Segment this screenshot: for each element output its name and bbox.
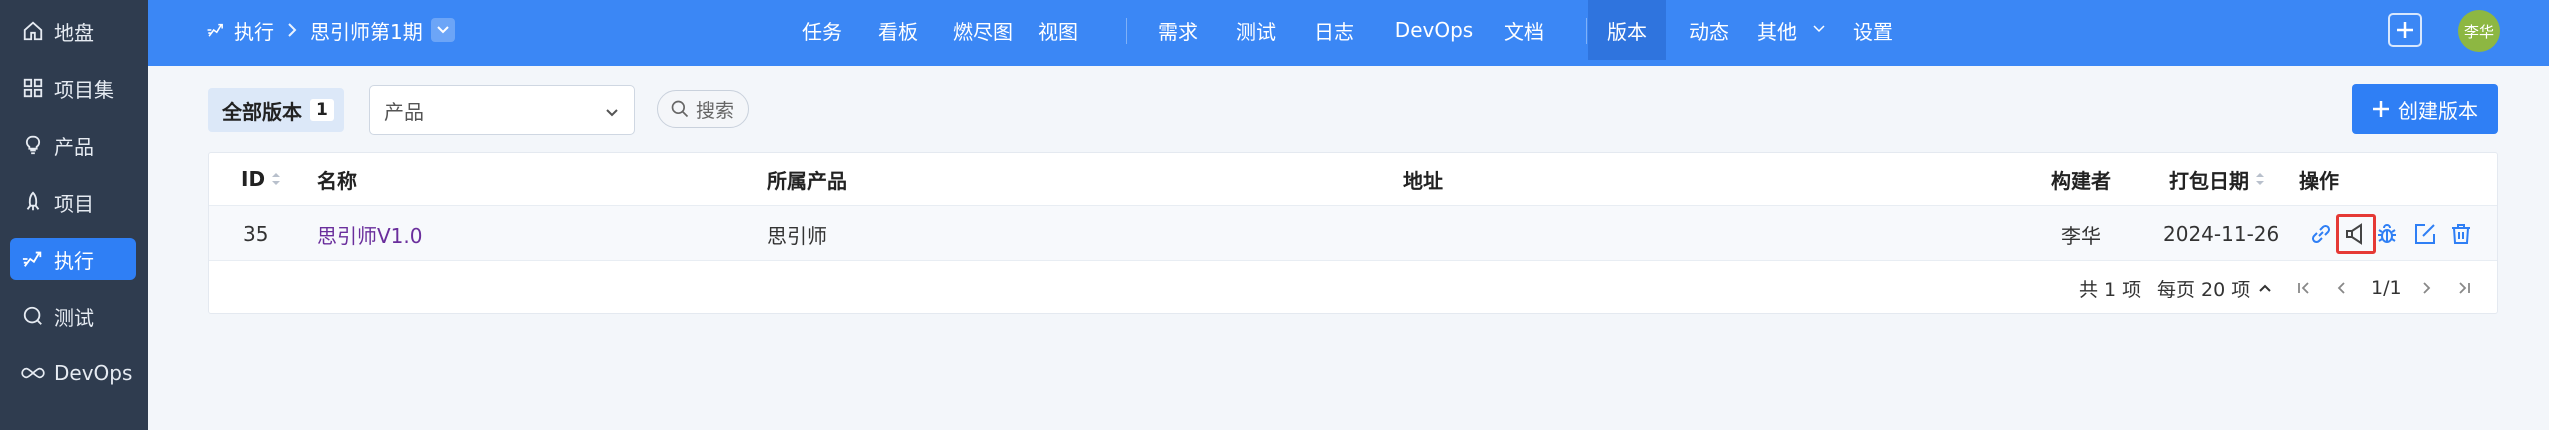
sidebar-item-program[interactable]: 项目集 bbox=[10, 67, 136, 109]
nav-tab-test[interactable]: 测试 bbox=[1226, 0, 1286, 60]
nav-divider bbox=[1586, 18, 1587, 44]
cell-date: 2024-11-26 bbox=[2163, 222, 2280, 246]
search-icon bbox=[670, 99, 690, 119]
nav-tab-other[interactable]: 其他 bbox=[1752, 0, 1802, 60]
first-page-icon[interactable] bbox=[2295, 279, 2313, 297]
column-header-id[interactable]: ID bbox=[241, 153, 281, 205]
count-badge: 1 bbox=[310, 99, 334, 121]
next-page-icon[interactable] bbox=[2417, 279, 2435, 297]
sidebar-item-label: 地盘 bbox=[54, 20, 94, 45]
sidebar: 地盘 项目集 产品 项目 执行 测试 DevOps bbox=[0, 0, 148, 430]
column-header-label: ID bbox=[241, 167, 266, 191]
nav-tab-devops[interactable]: DevOps bbox=[1386, 0, 1482, 60]
sidebar-item-label: 测试 bbox=[54, 305, 94, 330]
grid-icon bbox=[18, 77, 48, 99]
sidebar-item-product[interactable]: 产品 bbox=[10, 124, 136, 166]
sidebar-item-label: 产品 bbox=[54, 134, 94, 159]
pager-per-page-label: 每页 20 项 bbox=[2157, 278, 2251, 301]
search-label: 搜索 bbox=[696, 99, 735, 122]
sort-icon bbox=[271, 172, 281, 186]
sidebar-item-label: 项目 bbox=[54, 191, 94, 216]
run-icon bbox=[18, 248, 48, 270]
rocket-icon bbox=[18, 191, 48, 213]
nav-tab-settings[interactable]: 设置 bbox=[1842, 0, 1904, 60]
delete-icon[interactable] bbox=[2447, 220, 2475, 248]
infinity-icon bbox=[18, 366, 48, 380]
bug-icon[interactable] bbox=[2373, 220, 2401, 248]
pager-per-page[interactable]: 每页 20 项 bbox=[2157, 261, 2272, 315]
tab-all-versions-label: 全部版本 bbox=[222, 99, 302, 124]
tab-all-versions[interactable]: 全部版本 1 bbox=[208, 88, 344, 132]
sidebar-item-label: 执行 bbox=[54, 248, 94, 273]
column-header-address: 地址 bbox=[1403, 168, 1443, 193]
nav-tab-task[interactable]: 任务 bbox=[792, 0, 852, 60]
edit-icon[interactable] bbox=[2411, 220, 2439, 248]
nav-tab-burndown[interactable]: 燃尽图 bbox=[948, 0, 1018, 60]
prev-page-icon[interactable] bbox=[2333, 279, 2351, 297]
pager-page: 1/1 bbox=[2371, 277, 2402, 299]
home-icon bbox=[18, 20, 48, 42]
product-select[interactable]: 产品 bbox=[369, 85, 635, 135]
link-icon[interactable] bbox=[2307, 220, 2335, 248]
chevron-down-icon bbox=[604, 100, 620, 124]
avatar[interactable]: 李华 bbox=[2458, 10, 2500, 52]
last-page-icon[interactable] bbox=[2455, 279, 2473, 297]
chevron-right-icon bbox=[286, 22, 298, 38]
product-select-value: 产品 bbox=[384, 99, 424, 124]
sidebar-item-project[interactable]: 项目 bbox=[10, 181, 136, 223]
column-header-product: 所属产品 bbox=[767, 168, 847, 193]
chevron-down-icon bbox=[437, 26, 449, 34]
version-table: ID 名称 所属产品 地址 构建者 打包日期 操作 35 思引师V1.0 思引师… bbox=[208, 152, 2498, 314]
create-version-label: 创建版本 bbox=[2398, 98, 2478, 123]
nav-divider bbox=[1126, 18, 1127, 44]
column-header-label: 打包日期 bbox=[2169, 168, 2249, 193]
cell-product: 思引师 bbox=[767, 223, 827, 248]
table-row: 35 思引师V1.0 思引师 李华 2024-11-26 bbox=[209, 205, 2497, 261]
nav-tab-kanban[interactable]: 看板 bbox=[868, 0, 928, 60]
nav-tab-story[interactable]: 需求 bbox=[1148, 0, 1208, 60]
column-header-date[interactable]: 打包日期 bbox=[2169, 153, 2265, 205]
sidebar-item-dashboard[interactable]: 地盘 bbox=[10, 10, 136, 52]
sidebar-item-test[interactable]: 测试 bbox=[10, 295, 136, 337]
column-header-actions: 操作 bbox=[2299, 168, 2339, 193]
cell-builder: 李华 bbox=[2061, 223, 2101, 248]
breadcrumb: 执行 思引师第1期 bbox=[206, 0, 455, 60]
breadcrumb-current[interactable]: 思引师第1期 bbox=[310, 16, 423, 45]
sidebar-item-label: DevOps bbox=[54, 361, 133, 385]
sidebar-item-label: 项目集 bbox=[54, 77, 114, 102]
sort-icon bbox=[2255, 172, 2265, 186]
cell-name-link[interactable]: 思引师V1.0 bbox=[317, 206, 423, 262]
quick-create-button[interactable] bbox=[2388, 13, 2422, 47]
sidebar-item-devops[interactable]: DevOps bbox=[10, 352, 136, 394]
top-header: 执行 思引师第1期 任务 看板 燃尽图 视图 需求 测试 日志 DevOps 文… bbox=[148, 0, 2549, 66]
nav-tab-doc[interactable]: 文档 bbox=[1494, 0, 1554, 60]
bulb-icon bbox=[18, 134, 48, 156]
chevron-up-icon bbox=[2258, 283, 2272, 293]
sidebar-item-execution[interactable]: 执行 bbox=[10, 238, 136, 280]
release-notice-icon[interactable] bbox=[2336, 214, 2376, 254]
search-button[interactable]: 搜索 bbox=[657, 90, 749, 128]
plus-icon bbox=[2372, 100, 2390, 118]
run-icon bbox=[206, 20, 226, 40]
nav-tab-log[interactable]: 日志 bbox=[1304, 0, 1364, 60]
create-version-button[interactable]: 创建版本 bbox=[2352, 84, 2498, 134]
breadcrumb-dropdown-button[interactable] bbox=[430, 18, 455, 42]
magnifier-icon bbox=[18, 305, 48, 327]
pager-total: 共 1 项 bbox=[2079, 278, 2142, 301]
chevron-down-icon bbox=[1812, 24, 1826, 34]
nav-tab-dynamic[interactable]: 动态 bbox=[1678, 0, 1740, 60]
column-header-builder: 构建者 bbox=[2051, 168, 2111, 193]
column-header-name: 名称 bbox=[317, 168, 357, 193]
breadcrumb-root[interactable]: 执行 bbox=[234, 16, 274, 45]
nav-tab-view[interactable]: 视图 bbox=[1028, 0, 1088, 60]
nav-tab-build[interactable]: 版本 bbox=[1588, 0, 1666, 60]
plus-icon bbox=[2397, 22, 2413, 38]
cell-id: 35 bbox=[243, 222, 269, 246]
